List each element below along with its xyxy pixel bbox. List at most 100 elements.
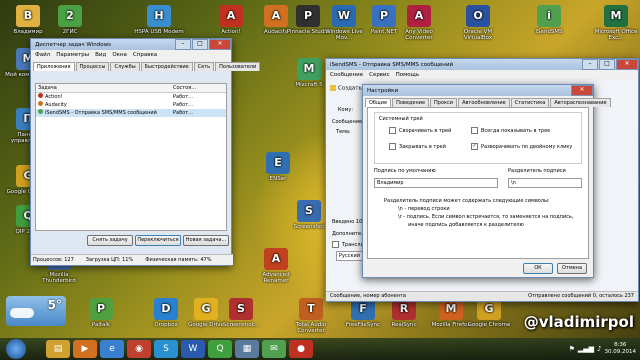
skype-icon[interactable]: S xyxy=(154,340,178,358)
pinnacle-icon: P xyxy=(296,5,320,27)
volume-icon[interactable]: ♪ xyxy=(597,345,601,353)
clock[interactable]: 8:36 30.09.2014 xyxy=(605,342,637,356)
desktop-icon[interactable]: M Microsoft Office Exc... xyxy=(590,5,640,41)
checkbox xyxy=(389,143,396,150)
desktop-icon[interactable]: A Advanced Renamer xyxy=(250,248,302,284)
create-button[interactable]: Создать xyxy=(330,85,362,92)
task-row-audacity[interactable]: Audacity Работ... xyxy=(36,101,226,109)
settings-title: Настройки xyxy=(367,87,399,94)
close-button[interactable]: ✕ xyxy=(571,85,593,96)
qip-icon[interactable]: Q xyxy=(208,340,232,358)
option-restore-double-click[interactable]: ✓ Разворачивать по двойному клику xyxy=(471,143,572,150)
task-row-isendsms[interactable]: iSendSMS - Отправка SMS/MMS сообщений Ра… xyxy=(36,109,226,117)
ie-icon[interactable]: e xyxy=(100,340,124,358)
isendsms-icon: i xyxy=(537,5,561,27)
desktop-icon[interactable]: S Screenshot... xyxy=(215,298,267,328)
tab-performance[interactable]: Быстродействие xyxy=(140,62,193,71)
tab-processes[interactable]: Процессы xyxy=(75,62,110,71)
word-icon[interactable]: W xyxy=(181,340,205,358)
explorer-icon[interactable]: ▤ xyxy=(46,340,70,358)
tab-network[interactable]: Сеть xyxy=(193,62,215,71)
desktop-icon-label: RealSync xyxy=(391,322,417,328)
start-button[interactable] xyxy=(6,339,26,359)
cancel-button[interactable]: Отмена xyxy=(557,263,587,274)
option-close-to-tray[interactable]: Закрывать в трей xyxy=(389,143,446,150)
status-cpu: Загрузка ЦП: 11% xyxy=(85,257,134,263)
menu-service[interactable]: Сервис xyxy=(369,72,390,78)
minimize-button[interactable]: – xyxy=(582,59,598,70)
desktop-icon[interactable]: R RealSync xyxy=(378,298,430,328)
tab-autorecognition[interactable]: Автораспознавание xyxy=(550,98,611,107)
desktop-icon[interactable]: T Total Audio Converter xyxy=(285,298,337,334)
desktop-icon[interactable]: G Google Chrome xyxy=(463,298,515,328)
switch-to-button[interactable]: Переключиться xyxy=(135,235,181,246)
ok-button[interactable]: ОК xyxy=(523,263,553,274)
new-task-button[interactable]: Новая задача... xyxy=(183,235,229,246)
network-icon[interactable]: ▂▄▆ xyxy=(578,345,594,353)
task-manager-taskbar-icon[interactable]: ▦ xyxy=(235,340,259,358)
task-manager-window[interactable]: Диспетчер задач Windows – □ ✕ Файл Парам… xyxy=(30,38,261,266)
settings-titlebar[interactable]: Настройки ✕ xyxy=(363,85,593,96)
option-always-show-tray[interactable]: Всегда показывать в трее xyxy=(471,127,550,134)
menu-help[interactable]: Справка xyxy=(133,52,157,58)
desktop-icon[interactable]: 2 2ГИС xyxy=(44,5,96,35)
settings-general-panel: Системный трей Сворачивать в трей Всегда… xyxy=(367,107,589,259)
action-taskbar-icon[interactable]: ● xyxy=(289,340,313,358)
signature-input[interactable]: Владимир xyxy=(374,178,498,188)
column-state[interactable]: Состоя... xyxy=(173,84,196,92)
tab-services[interactable]: Службы xyxy=(110,62,140,71)
tab-proxy[interactable]: Прокси xyxy=(430,98,458,107)
separator-input[interactable]: \n xyxy=(508,178,582,188)
tab-behavior[interactable]: Поведение xyxy=(392,98,430,107)
tab-autoupdate[interactable]: Автообновление xyxy=(458,98,510,107)
signature-label: Подпись по умолчанию xyxy=(374,168,436,174)
column-task[interactable]: Задача xyxy=(38,84,173,92)
menu-file[interactable]: Файл xyxy=(35,52,50,58)
isendsms-statusbar: Сообщение, номер абонента Отправлено соо… xyxy=(326,291,638,301)
task-row-action[interactable]: Action! Работ... xyxy=(36,93,226,101)
dropbox-icon: D xyxy=(154,298,178,320)
desktop-icon-label: Total Audio Converter xyxy=(295,322,327,334)
task-list[interactable]: Задача Состоя... Action! Работ... Audaci… xyxy=(35,83,227,231)
tab-applications[interactable]: Приложения xyxy=(33,62,75,71)
desktop-icon[interactable]: i iSendSMS xyxy=(523,5,575,35)
audio-converter-icon: T xyxy=(299,298,323,320)
flag-icon[interactable]: ⚑ xyxy=(569,345,575,353)
menu-view[interactable]: Вид xyxy=(95,52,106,58)
tab-statistics[interactable]: Статистика xyxy=(510,98,550,107)
close-button[interactable]: ✕ xyxy=(616,59,638,70)
maximize-button[interactable]: □ xyxy=(599,59,615,70)
chrome-icon[interactable]: ◉ xyxy=(127,340,151,358)
desktop-icon[interactable]: E ENSer xyxy=(252,152,304,182)
weather-temp: 5° xyxy=(47,298,62,312)
desktop-icon[interactable]: O Oracle VM VirtualBox xyxy=(452,5,504,41)
desktop-icon-label: Mozilla Thunderbird xyxy=(42,272,76,284)
isendsms-titlebar[interactable]: iSendSMS - Отправка SMS/MMS сообщений – … xyxy=(326,59,638,70)
task-list-header: Задача Состоя... xyxy=(36,84,226,93)
maximize-button[interactable]: □ xyxy=(192,39,208,50)
menu-message[interactable]: Сообщение xyxy=(330,72,363,78)
modem-icon: H xyxy=(147,5,171,27)
settings-dialog[interactable]: Настройки ✕ Общие Поведение Прокси Автоо… xyxy=(362,84,611,278)
menu-windows[interactable]: Окна xyxy=(112,52,127,58)
option-minimize-to-tray[interactable]: Сворачивать в трей xyxy=(389,127,451,134)
menu-help[interactable]: Помощь xyxy=(396,72,419,78)
tab-users[interactable]: Пользователи xyxy=(215,62,261,71)
desktop-icon[interactable]: A Any Video Converter xyxy=(393,5,445,41)
checkbox-checked: ✓ xyxy=(471,143,478,150)
isendsms-taskbar-icon[interactable]: ✉ xyxy=(262,340,286,358)
desktop-icon[interactable]: P Paltalk xyxy=(75,298,127,328)
checkbox xyxy=(389,127,396,134)
help-line-1: Разделитель подписи может содержать след… xyxy=(384,198,550,204)
weather-gadget[interactable]: 5° xyxy=(6,296,66,326)
task-manager-title: Диспетчер задач Windows xyxy=(35,41,111,48)
tab-general[interactable]: Общие xyxy=(365,98,392,107)
menu-options[interactable]: Параметры xyxy=(56,52,89,58)
task-manager-menubar: Файл Параметры Вид Окна Справка xyxy=(31,50,231,60)
close-button[interactable]: ✕ xyxy=(209,39,231,50)
minimize-button[interactable]: – xyxy=(175,39,191,50)
desktop-icon[interactable]: H HSPA USB Modem xyxy=(133,5,185,35)
task-manager-titlebar[interactable]: Диспетчер задач Windows – □ ✕ xyxy=(31,39,231,50)
media-player-icon[interactable]: ▶ xyxy=(73,340,97,358)
end-task-button[interactable]: Снять задачу xyxy=(87,235,133,246)
